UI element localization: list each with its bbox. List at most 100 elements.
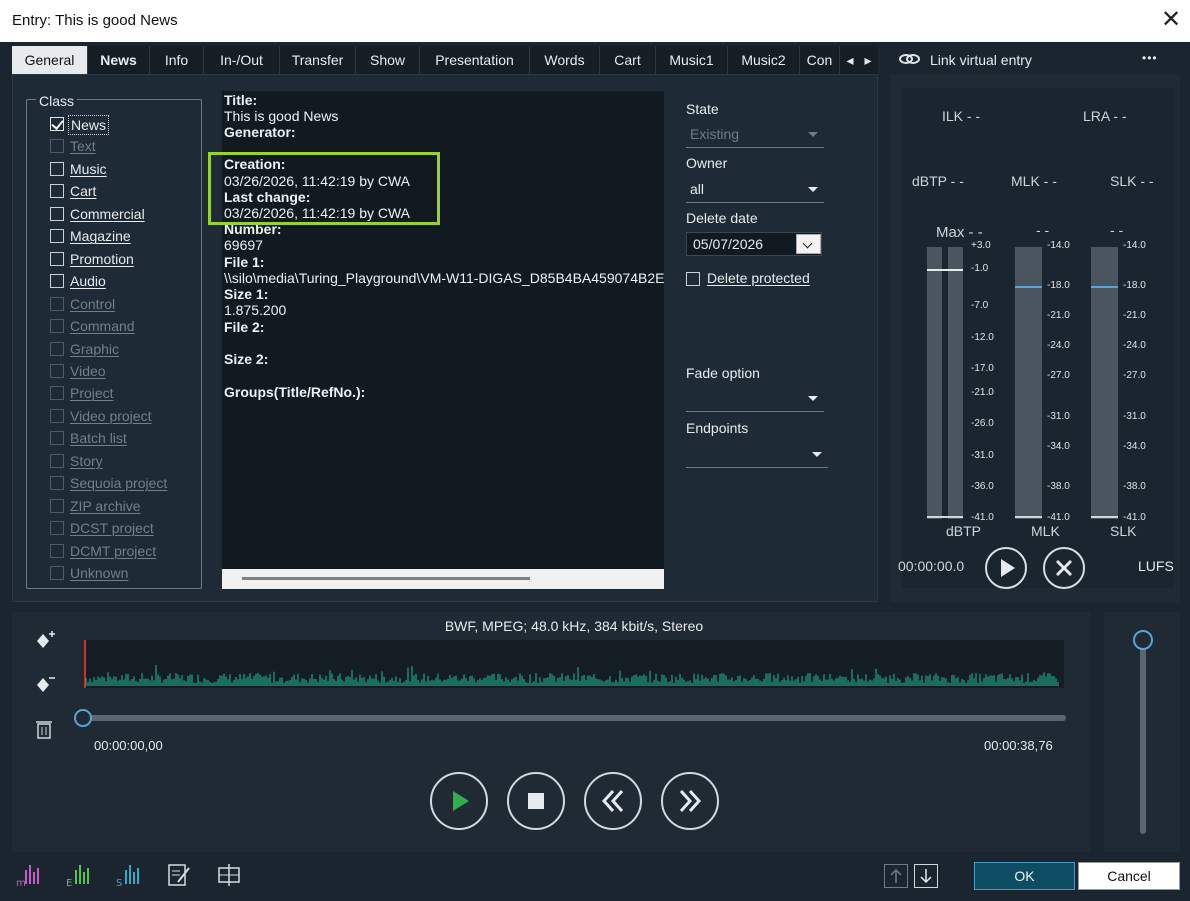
class-label: Project — [70, 385, 114, 402]
waveform-display[interactable] — [84, 640, 1064, 688]
play-button[interactable] — [430, 772, 488, 830]
chevron-down-icon — [808, 187, 818, 192]
cancel-button[interactable]: Cancel — [1078, 862, 1180, 890]
link-virtual-entry-label[interactable]: Link virtual entry — [930, 52, 1032, 68]
audio-format-info: BWF, MPEG; 48.0 kHz, 384 kbit/s, Stereo — [444, 618, 704, 634]
remove-marker-icon[interactable] — [34, 674, 56, 696]
scale-tick: -34.0 — [1123, 441, 1146, 452]
title-bar: Entry: This is good News ✕ — [0, 0, 1190, 42]
window-title: Entry: This is good News — [12, 12, 178, 29]
class-checkbox-commercial[interactable]: Commercial — [50, 205, 190, 225]
link-icon[interactable] — [898, 50, 922, 68]
class-checkbox-news[interactable]: News — [50, 115, 190, 135]
scale-tick: +3.0 — [971, 240, 991, 251]
volume-slider-track[interactable] — [1140, 640, 1146, 834]
scale-tick: -38.0 — [1123, 481, 1146, 492]
checkbox-box — [50, 453, 64, 468]
edit-document-icon[interactable] — [166, 862, 192, 888]
fade-option-dropdown[interactable] — [686, 385, 824, 412]
max-readout: Max - - — [936, 224, 983, 241]
timeline-track[interactable] — [84, 715, 1066, 721]
class-checkbox-graphic: Graphic — [50, 340, 190, 360]
checkbox-box[interactable] — [50, 206, 64, 221]
add-marker-icon[interactable] — [34, 630, 56, 652]
tab-news[interactable]: News — [88, 46, 150, 74]
file1-value: \\silo\media\Turing_Playground\VM-W11-DI… — [224, 270, 664, 286]
date-picker-button[interactable] — [796, 234, 821, 254]
ml-column-label: MLK — [1031, 523, 1060, 539]
owner-value: all — [690, 181, 705, 197]
endpoints-dropdown[interactable] — [686, 441, 828, 468]
checkbox-box[interactable] — [50, 184, 64, 199]
class-checkbox-audio[interactable]: Audio — [50, 272, 190, 292]
tab-music1[interactable]: Music1 — [656, 46, 728, 74]
fast-forward-button[interactable] — [661, 772, 719, 830]
checkbox-box[interactable] — [50, 274, 64, 289]
tab-presentation[interactable]: Presentation — [420, 46, 530, 74]
scale-tick: -18.0 — [1123, 280, 1146, 291]
dbtp-floor-marker — [927, 516, 963, 518]
dbtp-meter-right — [948, 247, 963, 519]
chevron-down-icon — [808, 396, 818, 401]
file2-label: File 2: — [224, 319, 265, 335]
arrow-up-icon — [890, 868, 902, 883]
previous-entry-button[interactable] — [884, 864, 908, 888]
rewind-button[interactable] — [584, 772, 642, 830]
tab-cart[interactable]: Cart — [600, 46, 656, 74]
checkbox-box[interactable] — [686, 272, 700, 286]
stop-button[interactable] — [507, 772, 565, 830]
owner-dropdown[interactable]: all — [686, 176, 824, 203]
info-horizontal-scrollbar[interactable] — [222, 569, 664, 589]
next-entry-button[interactable] — [914, 864, 938, 888]
checkbox-box[interactable] — [50, 229, 64, 244]
tab-transfer[interactable]: Transfer — [280, 46, 356, 74]
size1-value: 1.875.200 — [224, 302, 287, 318]
marker-m-icon[interactable]: m — [16, 862, 42, 889]
chevron-down-icon — [812, 452, 822, 457]
class-checkbox-promotion[interactable]: Promotion — [50, 250, 190, 270]
checkbox-box[interactable] — [50, 117, 64, 131]
tab-general[interactable]: General — [12, 46, 88, 74]
stop-icon — [528, 793, 544, 809]
tab-music2[interactable]: Music2 — [728, 46, 800, 74]
ml-floor-marker — [1015, 516, 1042, 518]
delete-protected-checkbox[interactable]: Delete protected — [686, 270, 826, 290]
scale-tick: -31.0 — [1123, 411, 1146, 422]
checkbox-box — [50, 498, 64, 513]
tab-scroll-left-icon[interactable]: ◂ — [842, 46, 858, 74]
checkbox-box — [50, 386, 64, 401]
timeline-handle[interactable] — [74, 709, 92, 727]
class-checkbox-cart[interactable]: Cart — [50, 182, 190, 202]
scale-tick: -27.0 — [1047, 370, 1070, 381]
class-label: Command — [70, 318, 135, 335]
class-checkbox-command: Command — [50, 317, 190, 337]
title-value: This is good News — [224, 108, 339, 124]
checkbox-box[interactable] — [50, 161, 64, 176]
ok-button[interactable]: OK — [974, 862, 1075, 890]
volume-slider-handle[interactable] — [1133, 630, 1153, 650]
class-checkbox-batch-list: Batch list — [50, 429, 190, 449]
tab-words[interactable]: Words — [530, 46, 600, 74]
tab-in-out[interactable]: In-/Out — [204, 46, 280, 74]
tab-scroll-right-icon[interactable]: ▸ — [860, 46, 876, 74]
scrollbar-thumb[interactable] — [242, 577, 530, 580]
trash-icon[interactable] — [34, 718, 54, 740]
svg-text:m: m — [16, 878, 26, 888]
endpoints-label: Endpoints — [686, 420, 749, 436]
state-dropdown[interactable]: Existing — [686, 121, 824, 148]
class-label: News — [68, 115, 110, 135]
split-icon[interactable] — [216, 862, 242, 888]
tab-show[interactable]: Show — [356, 46, 420, 74]
close-icon[interactable]: ✕ — [1158, 8, 1184, 34]
tab-info[interactable]: Info — [150, 46, 204, 74]
class-checkbox-magazine[interactable]: Magazine — [50, 227, 190, 247]
checkbox-box[interactable] — [50, 251, 64, 266]
marker-e-icon[interactable]: E — [66, 862, 92, 889]
loudness-play-button[interactable] — [985, 547, 1027, 589]
class-checkbox-music[interactable]: Music — [50, 160, 190, 180]
class-label: ZIP archive — [70, 497, 141, 514]
marker-s-icon[interactable]: S — [116, 862, 142, 889]
more-menu-icon[interactable]: ••• — [1142, 51, 1158, 65]
tab-con[interactable]: Con — [800, 46, 840, 74]
loudness-reset-button[interactable] — [1043, 547, 1085, 589]
